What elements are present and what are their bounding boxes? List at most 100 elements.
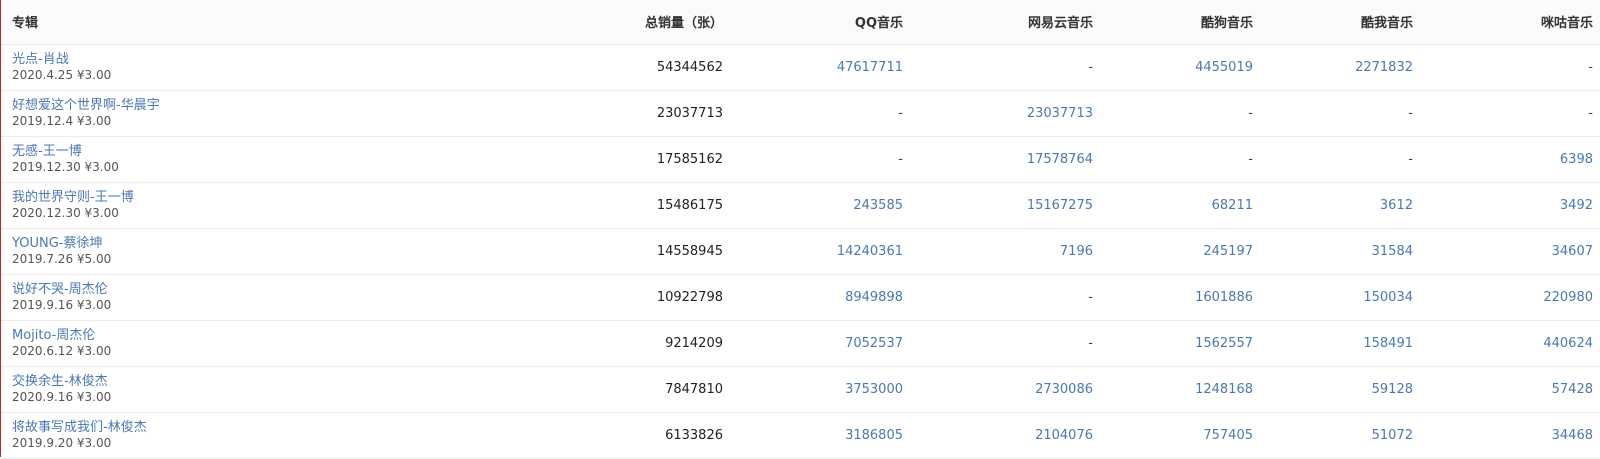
migu-sales-cell[interactable]: 440624	[1421, 320, 1600, 366]
kuwo-sales-cell[interactable]: 51072	[1261, 412, 1421, 458]
column-header-migu[interactable]: 咪咕音乐	[1421, 0, 1600, 45]
total-sales-cell: 10922798	[656, 289, 723, 305]
migu-sales-cell[interactable]: 3492	[1421, 182, 1600, 228]
qq-sales-cell[interactable]: 7052537	[731, 320, 911, 366]
migu-sales-cell[interactable]: 57428	[1421, 366, 1600, 412]
table-row: 无感-王一博 2019.12.30 ¥3.00 17585162-17578764-…	[1, 136, 1600, 182]
album-cell: 好想爱这个世界啊-华晨宇 2019.12.4 ¥3.00	[1, 90, 561, 136]
album-title-link[interactable]: 好想爱这个世界啊-华晨宇	[12, 98, 553, 114]
column-header-album[interactable]: 专辑	[1, 0, 561, 45]
kuwo-sales-cell[interactable]: 3612	[1261, 182, 1421, 228]
album-title-link[interactable]: YOUNG-蔡徐坤	[12, 236, 553, 252]
column-header-kugou[interactable]: 酷狗音乐	[1101, 0, 1261, 45]
kugou-sales-cell[interactable]: 1562557	[1101, 320, 1261, 366]
netease-sales-cell[interactable]: 2730086	[911, 366, 1101, 412]
table-row: 我的世界守则-王一博 2020.12.30 ¥3.00 15486175 243585…	[1, 182, 1600, 228]
qq-sales-cell[interactable]: 3186805	[731, 412, 911, 458]
kugou-sales-cell: -	[1248, 151, 1253, 167]
kuwo-sales-cell[interactable]: 158491	[1261, 320, 1421, 366]
table-body: 光点-肖战 2020.4.25 ¥3.00 54344562 47617711-445…	[1, 44, 1600, 458]
total-sales-cell: 54344562	[656, 59, 723, 75]
qq-sales-cell[interactable]: 243585	[731, 182, 911, 228]
album-cell: 我的世界守则-王一博 2020.12.30 ¥3.00	[1, 182, 561, 228]
kuwo-sales-cell: -	[1408, 151, 1413, 167]
kugou-sales-cell: -	[1248, 105, 1253, 121]
qq-sales-cell[interactable]: 47617711	[731, 44, 911, 90]
netease-sales-cell[interactable]: 17578764	[911, 136, 1101, 182]
kuwo-sales-cell[interactable]: 2271832	[1261, 44, 1421, 90]
migu-sales-cell[interactable]: 220980	[1421, 274, 1600, 320]
kuwo-sales-cell: -	[1408, 105, 1413, 121]
album-release-info: 2020.9.16 ¥3.00	[12, 389, 112, 404]
album-title-link[interactable]: 我的世界守则-王一博	[12, 190, 553, 206]
netease-sales-cell: -	[1088, 289, 1093, 305]
qq-sales-cell: -	[898, 105, 903, 121]
table-row: 光点-肖战 2020.4.25 ¥3.00 54344562 47617711-445…	[1, 44, 1600, 90]
migu-sales-cell: -	[1588, 59, 1593, 75]
album-release-info: 2019.12.30 ¥3.00	[12, 159, 119, 174]
album-title-link[interactable]: Mojito-周杰伦	[12, 328, 553, 344]
netease-sales-cell[interactable]: 15167275	[911, 182, 1101, 228]
album-release-info: 2019.12.4 ¥3.00	[12, 113, 112, 128]
total-sales-cell: 14558945	[656, 243, 723, 259]
column-header-kuwo[interactable]: 酷我音乐	[1261, 0, 1421, 45]
album-release-info: 2020.6.12 ¥3.00	[12, 343, 112, 358]
total-sales-cell: 23037713	[656, 105, 723, 121]
album-title-link[interactable]: 交换余生-林俊杰	[12, 374, 553, 390]
total-sales-cell: 7847810	[665, 381, 723, 397]
album-release-info: 2020.12.30 ¥3.00	[12, 205, 119, 220]
kugou-sales-cell[interactable]: 1601886	[1101, 274, 1261, 320]
netease-sales-cell[interactable]: 2104076	[911, 412, 1101, 458]
album-cell: 无感-王一博 2019.12.30 ¥3.00	[1, 136, 561, 182]
album-release-info: 2019.9.20 ¥3.00	[12, 435, 112, 450]
column-header-qq[interactable]: QQ音乐	[731, 0, 911, 45]
migu-sales-cell: -	[1588, 105, 1593, 121]
netease-sales-cell[interactable]: 7196	[911, 228, 1101, 274]
album-title-link[interactable]: 说好不哭-周杰伦	[12, 282, 553, 298]
table-row: Mojito-周杰伦 2020.6.12 ¥3.00 9214209 7052537 -…	[1, 320, 1600, 366]
album-cell: 光点-肖战 2020.4.25 ¥3.00	[1, 44, 561, 90]
kugou-sales-cell[interactable]: 68211	[1101, 182, 1261, 228]
table-row: 说好不哭-周杰伦 2019.9.16 ¥3.00 10922798 8949898-1…	[1, 274, 1600, 320]
album-release-info: 2019.7.26 ¥5.00	[12, 251, 112, 266]
column-header-netease[interactable]: 网易云音乐	[911, 0, 1101, 45]
total-sales-cell: 6133826	[665, 427, 723, 443]
column-header-total[interactable]: 总销量（张）	[561, 0, 731, 45]
qq-sales-cell: -	[898, 151, 903, 167]
album-cell: Mojito-周杰伦 2020.6.12 ¥3.00	[1, 320, 561, 366]
kugou-sales-cell[interactable]: 1248168	[1101, 366, 1261, 412]
table-row: YOUNG-蔡徐坤 2019.7.26 ¥5.00 14558945 14240361…	[1, 228, 1600, 274]
table-row: 好想爱这个世界啊-华晨宇 2019.12.4 ¥3.00 23037713-2303…	[1, 90, 1600, 136]
migu-sales-cell[interactable]: 6398	[1421, 136, 1600, 182]
qq-sales-cell[interactable]: 8949898	[731, 274, 911, 320]
kugou-sales-cell[interactable]: 4455019	[1101, 44, 1261, 90]
kugou-sales-cell[interactable]: 757405	[1101, 412, 1261, 458]
table-row: 将故事写成我们-林俊杰 2019.9.20 ¥3.00 6133826 3186805…	[1, 412, 1600, 458]
album-release-info: 2020.4.25 ¥3.00	[12, 67, 112, 82]
album-title-link[interactable]: 无感-王一博	[12, 144, 553, 160]
kugou-sales-cell[interactable]: 245197	[1101, 228, 1261, 274]
album-cell: 将故事写成我们-林俊杰 2019.9.20 ¥3.00	[1, 412, 561, 458]
qq-sales-cell[interactable]: 14240361	[731, 228, 911, 274]
album-cell: 说好不哭-周杰伦 2019.9.16 ¥3.00	[1, 274, 561, 320]
total-sales-cell: 17585162	[656, 151, 723, 167]
qq-sales-cell[interactable]: 3753000	[731, 366, 911, 412]
migu-sales-cell[interactable]: 34607	[1421, 228, 1600, 274]
netease-sales-cell[interactable]: 23037713	[911, 90, 1101, 136]
album-cell: YOUNG-蔡徐坤 2019.7.26 ¥5.00	[1, 228, 561, 274]
album-sales-table: 专辑 总销量（张） QQ音乐 网易云音乐 酷狗音乐 酷我音乐 咪咕音乐 光点-肖…	[1, 0, 1600, 459]
album-title-link[interactable]: 光点-肖战	[12, 52, 553, 68]
header-row: 专辑 总销量（张） QQ音乐 网易云音乐 酷狗音乐 酷我音乐 咪咕音乐	[1, 0, 1600, 45]
total-sales-cell: 15486175	[656, 197, 723, 213]
migu-sales-cell[interactable]: 34468	[1421, 412, 1600, 458]
netease-sales-cell: -	[1088, 59, 1093, 75]
total-sales-cell: 9214209	[665, 335, 723, 351]
kuwo-sales-cell[interactable]: 59128	[1261, 366, 1421, 412]
table-row: 交换余生-林俊杰 2020.9.16 ¥3.00 7847810 3753000 273…	[1, 366, 1600, 412]
album-cell: 交换余生-林俊杰 2020.9.16 ¥3.00	[1, 366, 561, 412]
kuwo-sales-cell[interactable]: 31584	[1261, 228, 1421, 274]
netease-sales-cell: -	[1088, 335, 1093, 351]
kuwo-sales-cell[interactable]: 150034	[1261, 274, 1421, 320]
album-release-info: 2019.9.16 ¥3.00	[12, 297, 112, 312]
album-title-link[interactable]: 将故事写成我们-林俊杰	[12, 420, 553, 436]
